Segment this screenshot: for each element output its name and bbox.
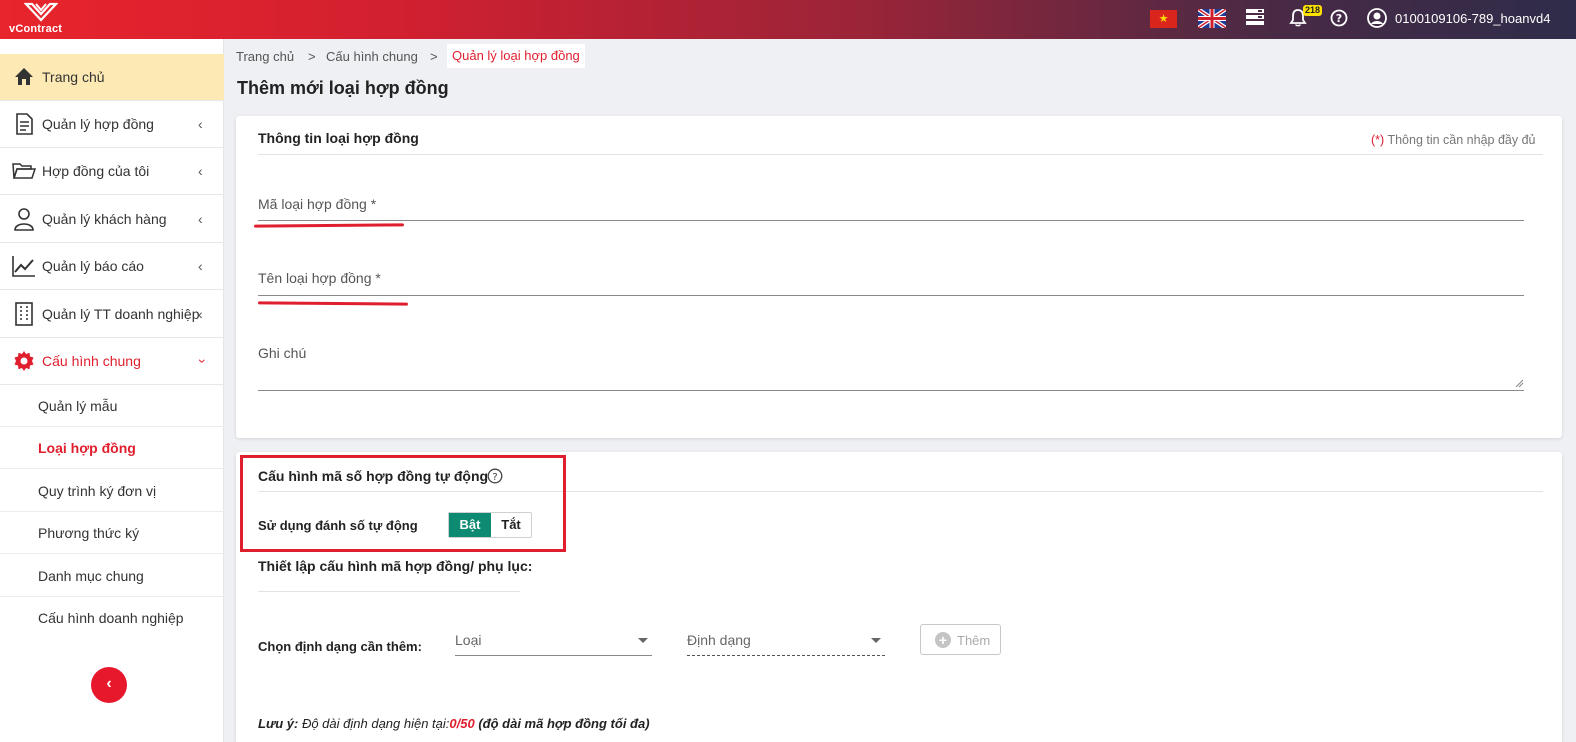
server-menu-icon[interactable] xyxy=(1245,7,1265,27)
sidebar: Trang chủ Quản lý hợp đồng ‹ Hợp đồng củ… xyxy=(0,39,224,742)
type-select-value: Loại xyxy=(455,632,482,648)
sidebar-item-general-config[interactable]: Cấu hình chung ‹ xyxy=(0,338,224,385)
required-star: (*) xyxy=(1371,133,1385,147)
chevron-left-icon: ‹ xyxy=(198,211,203,227)
sidebar-item-label: Hợp đồng của tôi xyxy=(42,163,150,179)
top-header: vContract ★ 218 ? 0100109106-789_hoanvd4 xyxy=(0,0,1576,39)
user-avatar-icon[interactable] xyxy=(1367,8,1387,28)
choose-format-label: Chọn định dạng cần thêm: xyxy=(258,639,422,654)
contract-code-input[interactable] xyxy=(258,220,1524,221)
sidebar-subitem-signing-workflow[interactable]: Quy trình ký đơn vị xyxy=(0,470,224,512)
sidebar-item-label: Cấu hình chung xyxy=(42,353,141,369)
divider xyxy=(258,154,1543,155)
help-icon[interactable]: ? xyxy=(1330,9,1348,27)
note-prefix: Lưu ý: xyxy=(258,716,299,731)
sidebar-subitem-label: Quy trình ký đơn vị xyxy=(38,483,157,499)
add-format-button[interactable]: + Thêm xyxy=(920,624,1001,655)
page-title: Thêm mới loại hợp đồng xyxy=(237,78,449,98)
breadcrumb-separator: > xyxy=(308,49,316,64)
sidebar-item-contract-management[interactable]: Quản lý hợp đồng ‹ xyxy=(0,101,224,148)
resize-handle-icon[interactable] xyxy=(1514,378,1524,388)
breadcrumb-parent[interactable]: Cấu hình chung xyxy=(326,49,418,64)
sidebar-item-enterprise-info[interactable]: Quản lý TT doanh nghiệp ‹ xyxy=(0,291,224,338)
sidebar-subitem-template-management[interactable]: Quản lý mẫu xyxy=(0,385,224,427)
contract-type-info-card: Thông tin loại hợp đồng (*) Thông tin cầ… xyxy=(236,116,1562,438)
sidebar-item-my-contracts[interactable]: Hợp đồng của tôi ‹ xyxy=(0,148,224,195)
document-icon xyxy=(16,113,33,135)
sidebar-item-customer-management[interactable]: Quản lý khách hàng ‹ xyxy=(0,196,224,243)
required-note-text: Thông tin cần nhập đầy đủ xyxy=(1384,133,1536,147)
sidebar-subitem-label: Quản lý mẫu xyxy=(38,398,118,414)
sidebar-subitem-general-catalog[interactable]: Danh mục chung xyxy=(0,555,224,597)
format-select-value: Định dạng xyxy=(687,632,751,648)
sidebar-item-label: Quản lý báo cáo xyxy=(42,258,144,274)
sidebar-subitem-label: Phương thức ký xyxy=(38,525,140,541)
chevron-left-icon: ‹ xyxy=(198,258,203,274)
sidebar-item-home[interactable]: Trang chủ xyxy=(0,54,224,101)
uk-flag-icon[interactable] xyxy=(1198,9,1226,28)
line-chart-icon xyxy=(12,256,35,277)
folder-open-icon xyxy=(12,163,36,179)
annotation-underline xyxy=(253,223,405,228)
toggle-on-option[interactable]: Bật xyxy=(449,513,491,537)
type-select[interactable]: Loại xyxy=(455,626,652,656)
note-text: Độ dài định dạng hiện tại: xyxy=(298,716,450,731)
breadcrumb-separator: > xyxy=(430,49,438,64)
sidebar-item-label: Quản lý khách hàng xyxy=(42,211,167,227)
sidebar-item-label: Quản lý hợp đồng xyxy=(42,116,154,132)
required-note: (*) Thông tin cần nhập đầy đủ xyxy=(1371,133,1535,147)
sidebar-subitem-label: Danh mục chung xyxy=(38,568,144,584)
chevron-left-icon: ‹ xyxy=(198,306,203,322)
contract-name-input[interactable] xyxy=(258,295,1524,296)
annotation-underline xyxy=(257,301,409,306)
sidebar-item-label: Quản lý TT doanh nghiệp xyxy=(42,306,200,322)
chevron-left-icon: ‹ xyxy=(198,116,203,132)
building-icon xyxy=(15,302,33,326)
sidebar-subitem-signing-method[interactable]: Phương thức ký xyxy=(0,512,224,554)
username[interactable]: 0100109106-789_hoanvd4 xyxy=(1395,11,1550,26)
contract-code-label: Mã loại hợp đồng * xyxy=(258,196,377,212)
vietnam-flag-icon[interactable]: ★ xyxy=(1150,10,1177,28)
length-note: Lưu ý: Độ dài định dạng hiện tại:0/50 (đ… xyxy=(258,716,650,731)
note-textarea[interactable] xyxy=(258,390,1524,391)
format-select[interactable]: Định dạng xyxy=(687,626,885,656)
sidebar-subitem-label: Cấu hình doanh nghiệp xyxy=(38,610,184,626)
sidebar-item-label: Trang chủ xyxy=(42,69,105,85)
sidebar-subitem-contract-type[interactable]: Loại hợp đồng xyxy=(0,427,224,469)
section-title: Thông tin loại hợp đồng xyxy=(258,130,419,146)
user-icon xyxy=(14,208,34,231)
sidebar-item-report-management[interactable]: Quản lý báo cáo ‹ xyxy=(0,243,224,290)
add-button-label: Thêm xyxy=(957,633,991,648)
sidebar-subitem-enterprise-config[interactable]: Cấu hình doanh nghiệp xyxy=(0,597,224,639)
breadcrumb-home[interactable]: Trang chủ xyxy=(236,49,294,64)
toggle-off-option[interactable]: Tắt xyxy=(491,513,531,537)
contract-name-label: Tên loại hợp đồng * xyxy=(258,270,381,286)
note-length-value: 0/50 xyxy=(449,716,475,731)
auto-number-toggle[interactable]: Bật Tắt xyxy=(448,512,532,538)
home-icon xyxy=(15,68,33,85)
logo-text: vContract xyxy=(9,23,63,35)
sidebar-subitem-label: Loại hợp đồng xyxy=(38,440,136,456)
divider xyxy=(258,591,520,592)
svg-text:?: ? xyxy=(1336,12,1342,25)
dropdown-arrow-icon xyxy=(638,638,648,643)
vcontract-logo[interactable]: vContract xyxy=(6,2,76,38)
dropdown-arrow-icon xyxy=(871,638,881,643)
notification-badge: 218 xyxy=(1303,5,1323,16)
plus-circle-icon: + xyxy=(935,632,951,648)
setup-title: Thiết lập cấu hình mã hợp đồng/ phụ lục: xyxy=(258,558,533,574)
collapse-sidebar-button[interactable]: ‹ xyxy=(91,667,127,703)
gear-icon xyxy=(14,351,34,371)
breadcrumb-current: Quản lý loại hợp đồng xyxy=(447,44,585,68)
chevron-down-icon: ‹ xyxy=(192,358,209,364)
note-suffix: (độ dài mã hợp đồng tối đa) xyxy=(474,716,650,731)
note-label: Ghi chú xyxy=(258,345,307,361)
chevron-left-icon: ‹ xyxy=(198,163,203,179)
